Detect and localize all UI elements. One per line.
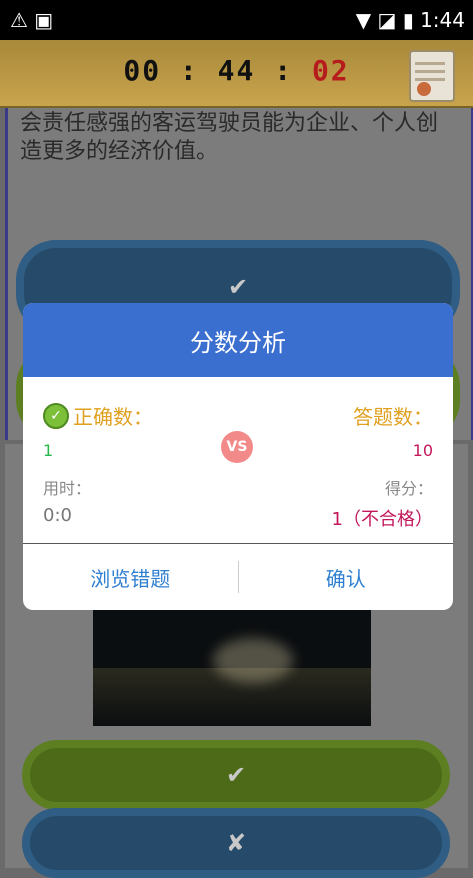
answered-count-value: 10 [412,441,433,460]
question-image [93,608,371,726]
headlight-glow [213,638,293,683]
notification-icons: ⚠ ▣ [10,8,54,32]
correct-answer-button-2[interactable]: ✔ [22,740,450,810]
signal-icons: ▼ ◪ ▮ [355,8,414,32]
question-text: 会责任感强的客运驾驶员能为企业、个人创造更多的经济价值。 [20,111,439,164]
cross-icon: ✘ [225,829,247,857]
check-icon: ✔ [225,761,247,789]
checkmark-icon: ✓ [43,402,69,429]
timer-sep: : [274,54,294,87]
dialog-title: 分数分析 [23,303,453,377]
certificate-icon[interactable] [409,50,455,102]
review-wrong-button[interactable]: 浏览错题 [23,544,238,610]
score-analysis-dialog: 分数分析 ✓ 正确数： 答题数： 1 VS 10 用时： 得分： 0:0 1（不… [23,303,453,610]
countdown-timer: 00 : 44 : 02 [0,54,473,87]
correct-count-value: 1 [43,441,54,460]
timer-sep: : [179,54,199,87]
answered-count-label: 答题数： [353,405,433,429]
score-label: 得分： [384,479,433,498]
clock: 1:44 [420,8,465,32]
timer-minutes: 44 [217,54,256,87]
vs-badge: VS [221,431,253,463]
timer-hours: 00 [123,54,162,87]
time-used-label: 用时： [43,479,92,498]
confirm-button[interactable]: 确认 [239,544,454,610]
time-used-value: 0:0 [43,505,72,526]
stats-panel: ✓ 正确数： 答题数： 1 VS 10 用时： 得分： 0:0 1（不合格） [23,377,453,543]
timer-bar: 00 : 44 : 02 [0,40,473,108]
dialog-actions: 浏览错题 确认 [23,544,453,610]
status-bar: ⚠ ▣ ▼ ◪ ▮ 1:44 [0,0,473,40]
correct-count-label: ✓ 正确数： [43,401,153,430]
check-icon: ✔ [227,273,249,301]
system-status: ▼ ◪ ▮ 1:44 [356,8,465,32]
score-value: 1（不合格） [331,509,433,530]
timer-seconds: 02 [311,54,350,87]
